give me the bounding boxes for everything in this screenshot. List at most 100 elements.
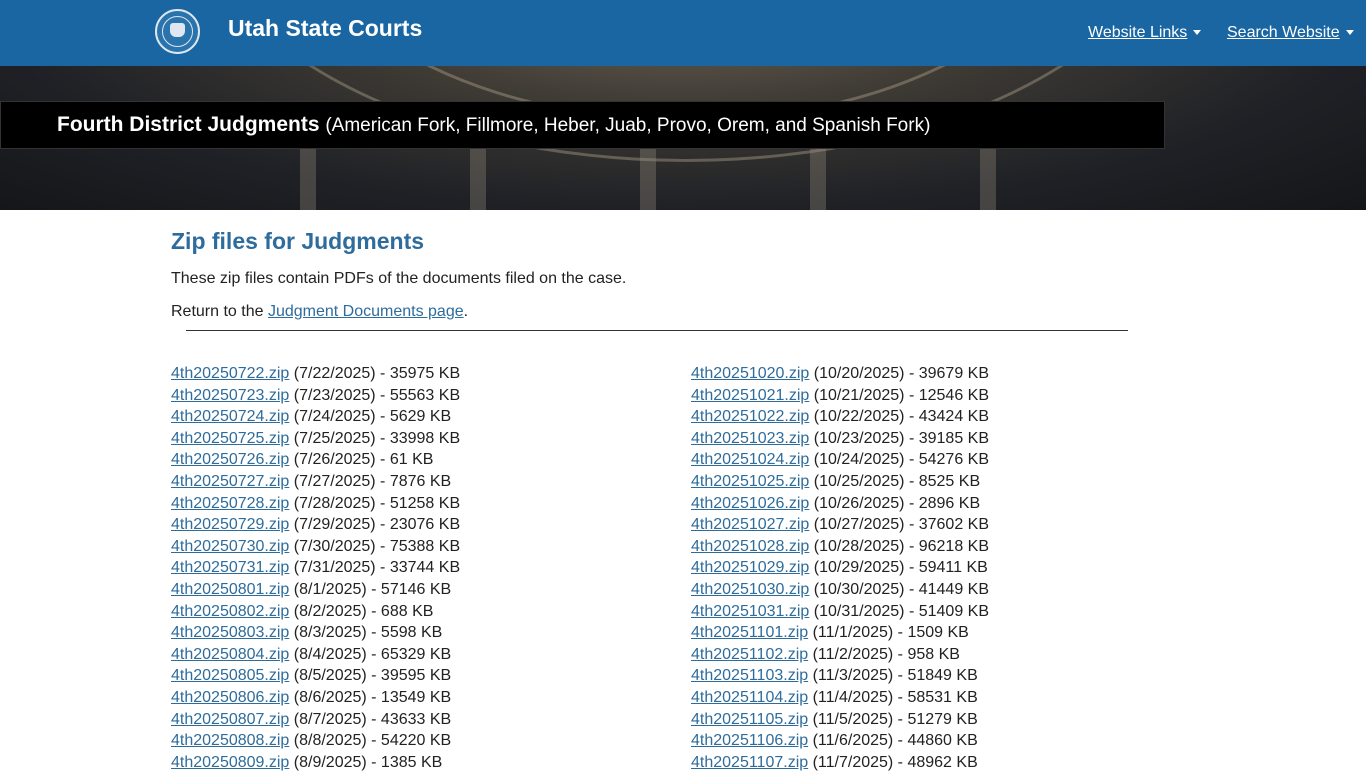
file-date-size: (10/29/2025) - 59411 KB xyxy=(809,559,988,577)
zip-file-link[interactable]: 4th20251101.zip xyxy=(691,624,808,641)
file-date-size: (10/20/2025) - 39679 KB xyxy=(809,365,990,382)
file-date-size: (8/7/2025) - 43633 KB xyxy=(289,710,452,728)
file-list-item: 4th20250727.zip (7/27/2025) - 7876 KB xyxy=(171,471,460,493)
seal-emblem xyxy=(170,23,185,37)
file-date-size: (11/7/2025) - 48962 KB xyxy=(808,753,978,771)
file-date-size: (10/27/2025) - 37602 KB xyxy=(809,516,990,534)
file-date-size: (7/30/2025) - 75388 KB xyxy=(289,537,461,555)
file-list-item: 4th20251101.zip (11/1/2025) - 1509 KB xyxy=(691,622,989,644)
file-list-item: 4th20251020.zip (10/20/2025) - 39679 KB xyxy=(691,363,989,385)
file-list-item: 4th20251025.zip (10/25/2025) - 8525 KB xyxy=(691,471,989,493)
zip-file-link[interactable]: 4th20250802.zip xyxy=(171,603,289,620)
zip-file-link[interactable]: 4th20250726.zip xyxy=(171,451,289,468)
zip-file-link[interactable]: 4th20251102.zip xyxy=(691,646,808,663)
zip-file-link[interactable]: 4th20251026.zip xyxy=(691,495,809,512)
file-date-size: (7/26/2025) - 61 KB xyxy=(289,451,434,469)
file-list-item: 4th20251031.zip (10/31/2025) - 51409 KB xyxy=(691,601,989,623)
zip-file-link[interactable]: 4th20251031.zip xyxy=(691,603,809,620)
caret-down-icon xyxy=(1345,30,1354,36)
file-date-size: (11/3/2025) - 51849 KB xyxy=(808,667,978,685)
banner-title-text: Fourth District Judgments xyxy=(57,113,320,136)
zip-file-link[interactable]: 4th20250809.zip xyxy=(171,754,289,771)
zip-file-link[interactable]: 4th20250805.zip xyxy=(171,667,289,684)
zip-file-link[interactable]: 4th20250728.zip xyxy=(171,495,289,512)
search-website-menu[interactable]: Search Website xyxy=(1227,24,1354,42)
file-list-item: 4th20251027.zip (10/27/2025) - 37602 KB xyxy=(691,514,989,536)
court-seal-logo[interactable] xyxy=(155,9,200,54)
website-links-menu[interactable]: Website Links xyxy=(1088,24,1202,42)
zip-file-link[interactable]: 4th20251024.zip xyxy=(691,451,809,468)
zip-file-link[interactable]: 4th20250725.zip xyxy=(171,430,289,447)
banner-subtitle: (American Fork, Fillmore, Heber, Juab, P… xyxy=(325,115,931,136)
file-date-size: (7/22/2025) - 35975 KB xyxy=(289,365,461,382)
zip-file-link[interactable]: 4th20250804.zip xyxy=(171,646,289,663)
page-banner: Fourth District Judgments (American Fork… xyxy=(0,101,1165,149)
file-list-item: 4th20250807.zip (8/7/2025) - 43633 KB xyxy=(171,709,460,731)
file-date-size: (11/1/2025) - 1509 KB xyxy=(808,624,969,642)
zip-file-link[interactable]: 4th20250808.zip xyxy=(171,732,289,749)
divider xyxy=(186,330,1128,331)
file-date-size: (10/30/2025) - 41449 KB xyxy=(809,580,990,598)
zip-file-link[interactable]: 4th20250807.zip xyxy=(171,711,289,728)
zip-file-link[interactable]: 4th20250806.zip xyxy=(171,689,289,706)
file-date-size: (8/8/2025) - 54220 KB xyxy=(289,732,452,750)
file-list-item: 4th20251029.zip (10/29/2025) - 59411 KB xyxy=(691,557,989,579)
file-list-item: 4th20250801.zip (8/1/2025) - 57146 KB xyxy=(171,579,460,601)
zip-file-link[interactable]: 4th20250729.zip xyxy=(171,516,289,533)
zip-file-link[interactable]: 4th20250723.zip xyxy=(171,387,289,404)
file-date-size: (11/2/2025) - 958 KB xyxy=(808,645,960,663)
file-list-item: 4th20250726.zip (7/26/2025) - 61 KB xyxy=(171,449,460,471)
zip-file-link[interactable]: 4th20250724.zip xyxy=(171,408,289,425)
zip-file-link[interactable]: 4th20251104.zip xyxy=(691,689,808,706)
zip-file-link[interactable]: 4th20251106.zip xyxy=(691,732,808,749)
file-date-size: (7/31/2025) - 33744 KB xyxy=(289,559,461,577)
file-list-item: 4th20250806.zip (8/6/2025) - 13549 KB xyxy=(171,687,460,709)
file-date-size: (11/5/2025) - 51279 KB xyxy=(808,710,978,728)
file-date-size: (8/5/2025) - 39595 KB xyxy=(289,667,452,685)
zip-file-link[interactable]: 4th20251025.zip xyxy=(691,473,809,490)
zip-file-link[interactable]: 4th20251020.zip xyxy=(691,365,809,382)
website-links-label: Website Links xyxy=(1088,24,1188,41)
zip-file-link[interactable]: 4th20250801.zip xyxy=(171,581,289,598)
zip-file-link[interactable]: 4th20251107.zip xyxy=(691,754,808,771)
zip-file-link[interactable]: 4th20251021.zip xyxy=(691,387,809,404)
zip-file-link[interactable]: 4th20251023.zip xyxy=(691,430,809,447)
zip-file-link[interactable]: 4th20251022.zip xyxy=(691,408,809,425)
zip-file-link[interactable]: 4th20251105.zip xyxy=(691,711,808,728)
page-heading: Zip files for Judgments xyxy=(171,228,425,254)
file-list-item: 4th20250804.zip (8/4/2025) - 65329 KB xyxy=(171,644,460,666)
zip-file-link[interactable]: 4th20250803.zip xyxy=(171,624,289,641)
zip-file-link[interactable]: 4th20250727.zip xyxy=(171,473,289,490)
file-list-item: 4th20250724.zip (7/24/2025) - 5629 KB xyxy=(171,406,460,428)
zip-file-link[interactable]: 4th20251029.zip xyxy=(691,559,809,576)
file-list-item: 4th20251102.zip (11/2/2025) - 958 KB xyxy=(691,644,989,666)
file-list-item: 4th20251107.zip (11/7/2025) - 48962 KB xyxy=(691,752,989,773)
file-list-item: 4th20251021.zip (10/21/2025) - 12546 KB xyxy=(691,385,989,407)
banner-title: Fourth District Judgments (American Fork… xyxy=(57,113,930,137)
file-list-left: 4th20250722.zip (7/22/2025) - 35975 KB 4t… xyxy=(171,363,460,773)
zip-file-link[interactable]: 4th20251030.zip xyxy=(691,581,809,598)
file-list-item: 4th20250729.zip (7/29/2025) - 23076 KB xyxy=(171,514,460,536)
zip-file-link[interactable]: 4th20251028.zip xyxy=(691,538,809,555)
file-list-right: 4th20251020.zip (10/20/2025) - 39679 KB 4… xyxy=(691,363,989,773)
file-date-size: (10/28/2025) - 96218 KB xyxy=(809,537,990,555)
zip-file-link[interactable]: 4th20250722.zip xyxy=(171,365,289,382)
file-date-size: (11/6/2025) - 44860 KB xyxy=(808,732,978,750)
site-title[interactable]: Utah State Courts xyxy=(228,15,422,42)
file-list-item: 4th20251105.zip (11/5/2025) - 51279 KB xyxy=(691,709,989,731)
judgment-documents-link[interactable]: Judgment Documents page xyxy=(268,303,464,320)
zip-file-link[interactable]: 4th20250730.zip xyxy=(171,538,289,555)
file-list-item: 4th20250808.zip (8/8/2025) - 54220 KB xyxy=(171,730,460,752)
file-date-size: (10/31/2025) - 51409 KB xyxy=(809,602,990,620)
file-list-item: 4th20251030.zip (10/30/2025) - 41449 KB xyxy=(691,579,989,601)
return-suffix: . xyxy=(463,303,469,320)
file-date-size: (8/4/2025) - 65329 KB xyxy=(289,645,452,663)
file-list-item: 4th20251023.zip (10/23/2025) - 39185 KB xyxy=(691,428,989,450)
zip-file-link[interactable]: 4th20250731.zip xyxy=(171,559,289,576)
file-date-size: (7/27/2025) - 7876 KB xyxy=(289,472,452,490)
return-line: Return to the Judgment Documents page. xyxy=(171,303,468,321)
file-list-item: 4th20251028.zip (10/28/2025) - 96218 KB xyxy=(691,536,989,558)
zip-file-link[interactable]: 4th20251027.zip xyxy=(691,516,809,533)
zip-file-link[interactable]: 4th20251103.zip xyxy=(691,667,808,684)
file-list-item: 4th20251103.zip (11/3/2025) - 51849 KB xyxy=(691,665,989,687)
